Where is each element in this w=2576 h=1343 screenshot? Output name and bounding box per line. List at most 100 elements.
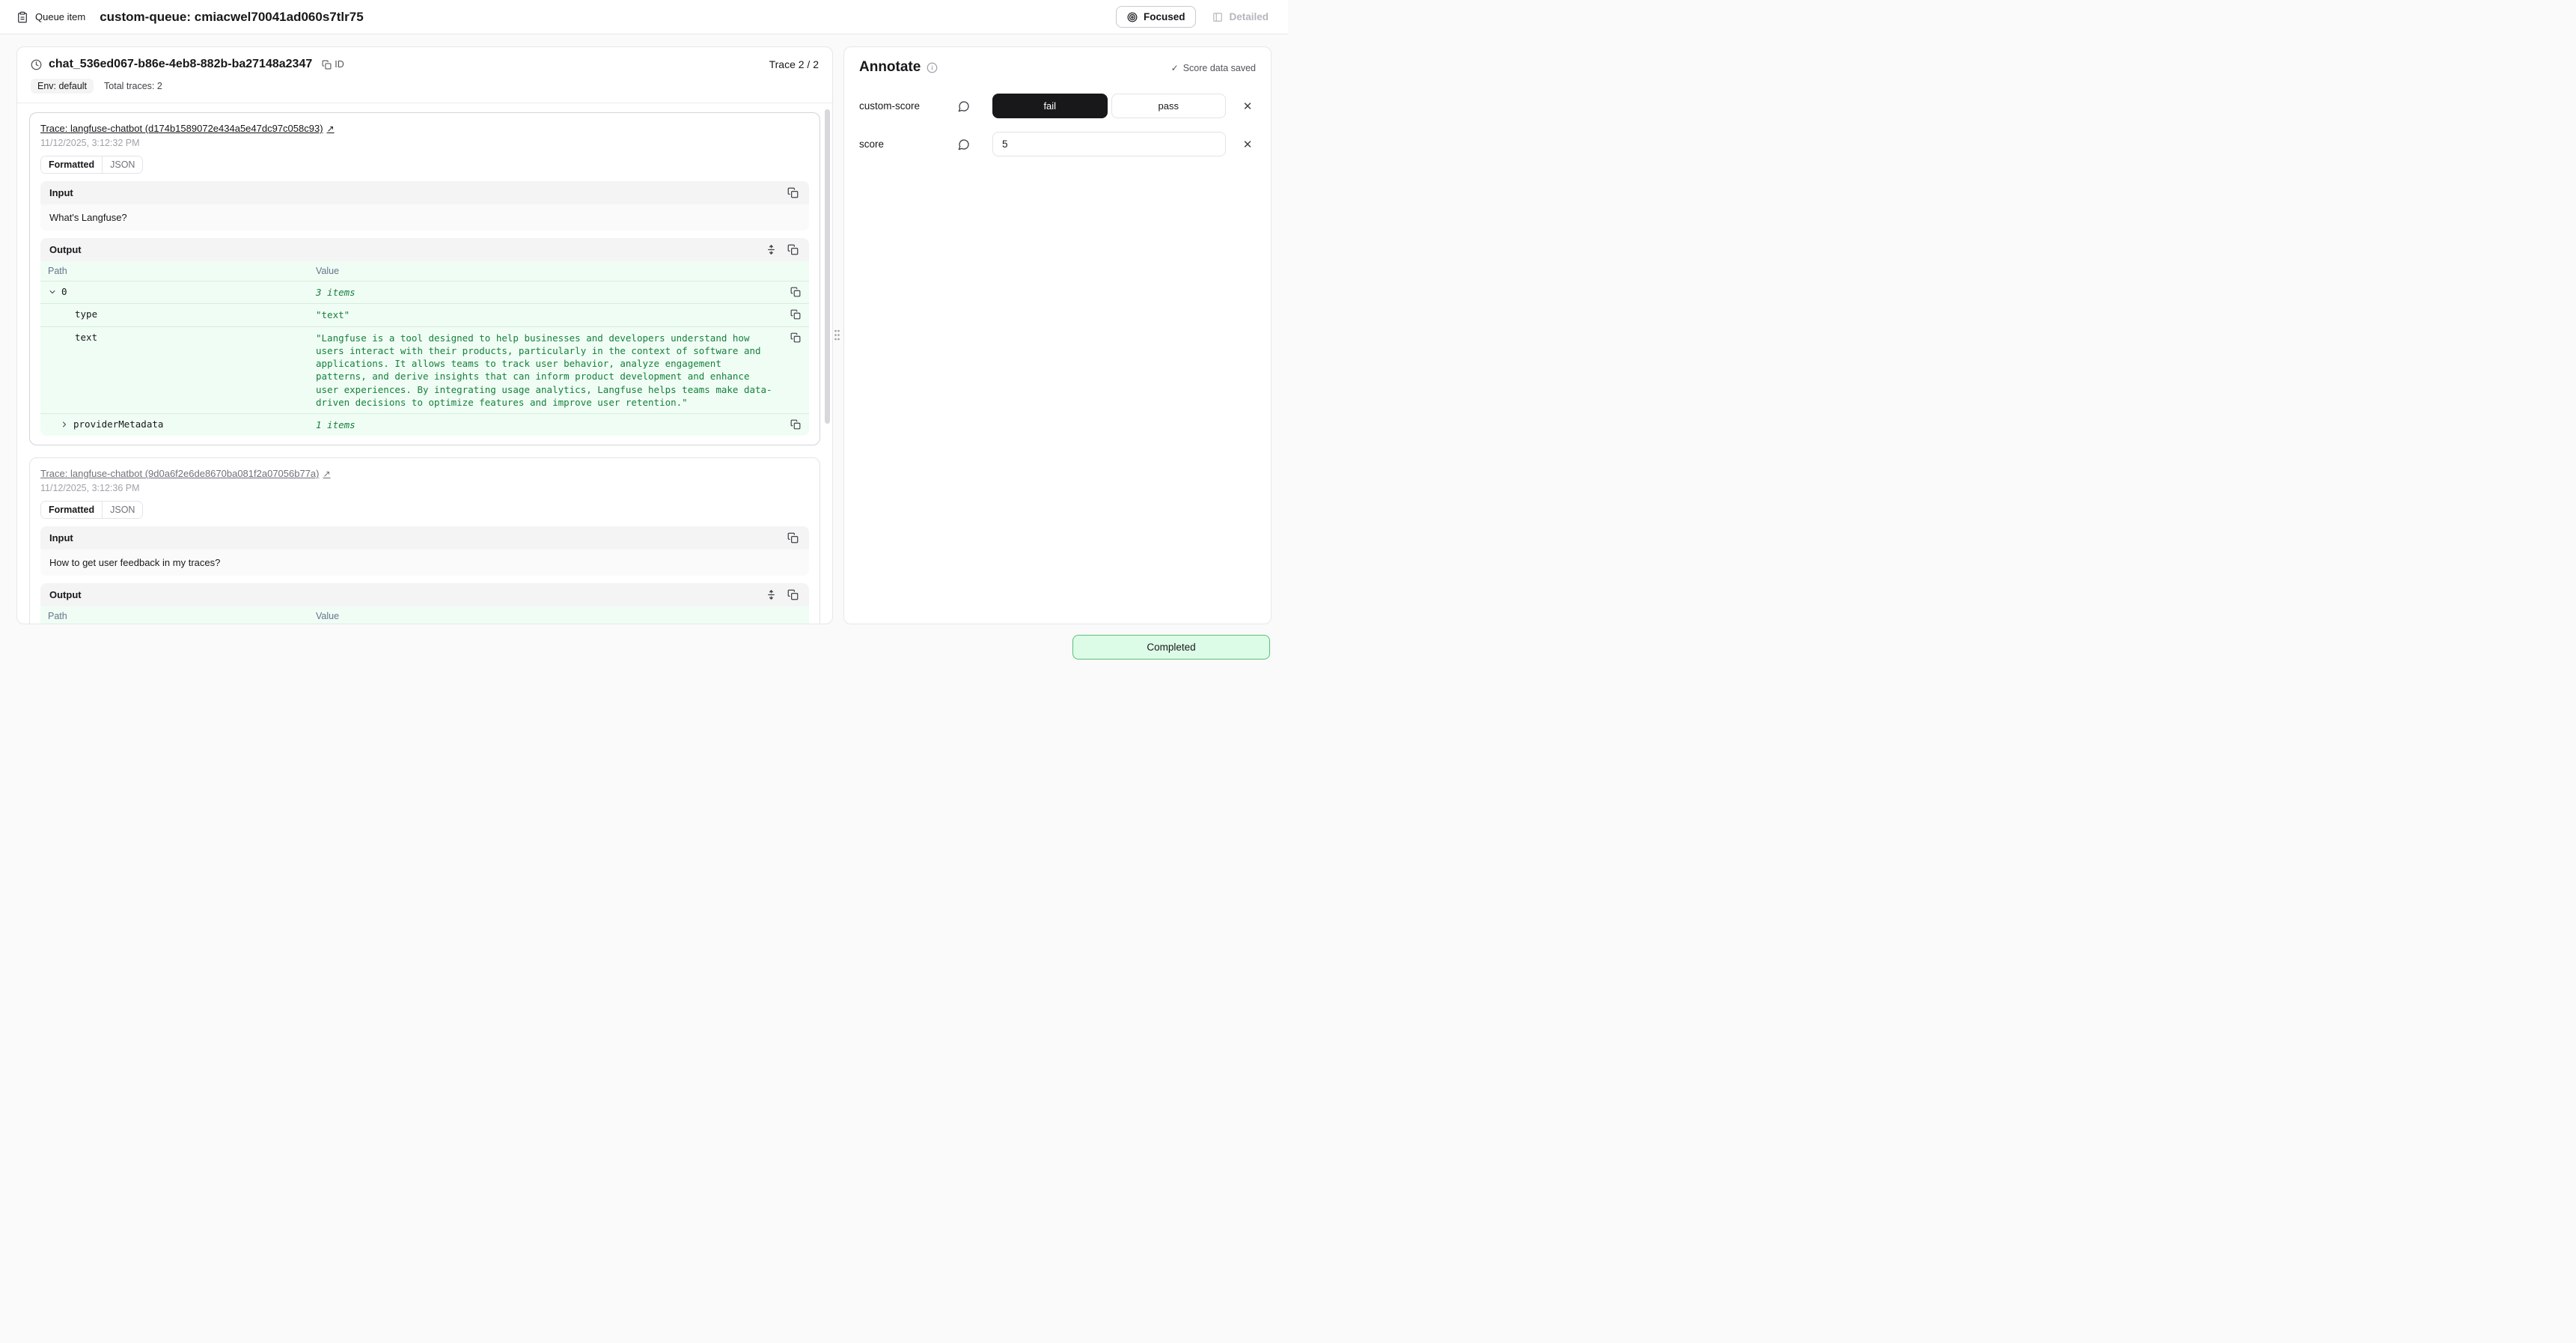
- comment-icon[interactable]: [956, 99, 971, 114]
- score-row-custom-score: custom-score fail pass ✕: [859, 94, 1256, 118]
- annotate-title: Annotate: [859, 59, 921, 76]
- format-tabs: Formatted JSON: [40, 501, 143, 519]
- chevron-down-icon: [48, 287, 57, 296]
- trace-link[interactable]: Trace: langfuse-chatbot (9d0a6f2e6de8670…: [40, 468, 331, 479]
- copy-icon[interactable]: [789, 308, 802, 326]
- column-header-value: Value: [308, 261, 782, 281]
- row-value: "Langfuse is a tool designed to help bus…: [308, 327, 782, 414]
- copy-icon[interactable]: [789, 285, 802, 303]
- copy-icon[interactable]: [789, 418, 802, 436]
- tree-node-expanded[interactable]: 0: [40, 281, 308, 303]
- input-label: Input: [49, 532, 73, 543]
- copy-icon[interactable]: [786, 531, 800, 545]
- panel-resize-handle[interactable]: [832, 325, 841, 344]
- output-json-table: Path Value 0 3 items: [40, 606, 809, 624]
- target-icon: [1127, 12, 1138, 22]
- output-block: Output Path Value: [40, 583, 809, 624]
- column-header-path: Path: [40, 261, 308, 281]
- top-bar: Queue item custom-queue: cmiacwel70041ad…: [0, 0, 1288, 34]
- delete-score-icon[interactable]: ✕: [1239, 100, 1256, 113]
- table-row: providerMetadata 1 items: [40, 414, 809, 436]
- table-row: 0 3 items: [40, 281, 809, 304]
- chevron-right-icon: [60, 420, 69, 429]
- trace-timestamp: 11/12/2025, 3:12:32 PM: [40, 138, 809, 148]
- format-tabs: Formatted JSON: [40, 156, 143, 174]
- input-label: Input: [49, 187, 73, 198]
- copy-icon[interactable]: [786, 588, 800, 602]
- top-bar-left: Queue item custom-queue: cmiacwel70041ad…: [16, 10, 364, 25]
- scrollbar-thumb[interactable]: [825, 109, 830, 424]
- output-json-table: Path Value 0 3 items: [40, 261, 809, 436]
- tab-formatted[interactable]: Formatted: [41, 502, 103, 518]
- item-title: chat_536ed067-b86e-4eb8-882b-ba27148a234…: [49, 58, 312, 71]
- external-link-icon: ↗: [323, 469, 331, 479]
- tab-formatted[interactable]: Formatted: [41, 156, 103, 173]
- check-icon: ✓: [1171, 63, 1179, 73]
- row-value: 1 items: [308, 414, 782, 436]
- table-row: text "Langfuse is a tool designed to hel…: [40, 327, 809, 415]
- top-bar-right: Focused Detailed: [1116, 6, 1272, 28]
- focused-label: Focused: [1144, 11, 1185, 22]
- trace-counter: Trace 2 / 2: [769, 58, 819, 70]
- tab-json[interactable]: JSON: [103, 502, 142, 518]
- table-row: type "text": [40, 304, 809, 326]
- delete-score-icon[interactable]: ✕: [1239, 138, 1256, 151]
- expand-all-icon[interactable]: [764, 243, 778, 257]
- score-label: custom-score: [859, 100, 956, 112]
- score-label: score: [859, 138, 956, 150]
- page-title: custom-queue: cmiacwel70041ad060s7tlr75: [100, 10, 363, 25]
- traces-scroll-area[interactable]: Trace: langfuse-chatbot (d174b1589072e43…: [17, 103, 832, 624]
- env-badge: Env: default: [31, 79, 94, 94]
- focused-toggle[interactable]: Focused: [1116, 6, 1197, 28]
- queue-item-panel: chat_536ed067-b86e-4eb8-882b-ba27148a234…: [16, 46, 833, 624]
- save-status-text: Score data saved: [1183, 63, 1256, 73]
- trace-card: Trace: langfuse-chatbot (9d0a6f2e6de8670…: [29, 457, 820, 624]
- trace-link-text: Trace: langfuse-chatbot (d174b1589072e43…: [40, 123, 323, 134]
- copy-icon[interactable]: [786, 186, 800, 200]
- score-option-pass[interactable]: pass: [1111, 94, 1227, 118]
- tree-node-collapsed[interactable]: providerMetadata: [40, 414, 308, 436]
- score-row-score: score ✕: [859, 132, 1256, 156]
- queue-item-label: Queue item: [35, 11, 85, 22]
- input-block: Input How to get user feedback in my tra…: [40, 526, 809, 576]
- comment-icon[interactable]: [956, 137, 971, 152]
- trace-link[interactable]: Trace: langfuse-chatbot (d174b1589072e43…: [40, 123, 335, 134]
- input-block: Input What's Langfuse?: [40, 181, 809, 231]
- tree-leaf: text: [40, 327, 308, 414]
- column-header-value: Value: [308, 606, 782, 624]
- trace-timestamp: 11/12/2025, 3:12:36 PM: [40, 483, 809, 493]
- annotate-panel: Annotate ✓ Score data saved custom-score…: [843, 46, 1272, 624]
- row-value: 3 items: [308, 281, 782, 303]
- tab-json[interactable]: JSON: [103, 156, 142, 173]
- clock-icon: [31, 59, 42, 70]
- input-text: How to get user feedback in my traces?: [40, 549, 809, 576]
- id-label: ID: [335, 59, 344, 70]
- main-content: chat_536ed067-b86e-4eb8-882b-ba27148a234…: [0, 34, 1288, 624]
- score-value-input[interactable]: [992, 132, 1226, 156]
- trace-link-text: Trace: langfuse-chatbot (9d0a6f2e6de8670…: [40, 468, 320, 479]
- expand-all-icon[interactable]: [764, 588, 778, 602]
- tree-leaf: type: [40, 304, 308, 326]
- copy-icon[interactable]: [789, 331, 802, 414]
- detailed-toggle[interactable]: Detailed: [1209, 7, 1272, 27]
- layout-icon: [1212, 12, 1223, 22]
- detailed-label: Detailed: [1229, 11, 1269, 22]
- total-traces: Total traces: 2: [104, 81, 162, 91]
- column-header-path: Path: [40, 606, 308, 624]
- queue-item-icon: [16, 11, 28, 23]
- completed-button[interactable]: Completed: [1072, 635, 1270, 660]
- copy-id-button[interactable]: ID: [319, 58, 347, 71]
- input-text: What's Langfuse?: [40, 204, 809, 231]
- info-icon[interactable]: [927, 62, 938, 73]
- output-block: Output Path Value: [40, 238, 809, 436]
- output-label: Output: [49, 244, 82, 255]
- external-link-icon: ↗: [327, 124, 335, 134]
- score-option-group: fail pass: [992, 94, 1226, 118]
- row-value: "text": [308, 304, 782, 326]
- output-label: Output: [49, 589, 82, 600]
- score-option-fail[interactable]: fail: [992, 94, 1108, 118]
- trace-card: Trace: langfuse-chatbot (d174b1589072e43…: [29, 112, 820, 445]
- save-status: ✓ Score data saved: [1171, 63, 1256, 73]
- copy-icon[interactable]: [786, 243, 800, 257]
- item-header: chat_536ed067-b86e-4eb8-882b-ba27148a234…: [17, 47, 832, 103]
